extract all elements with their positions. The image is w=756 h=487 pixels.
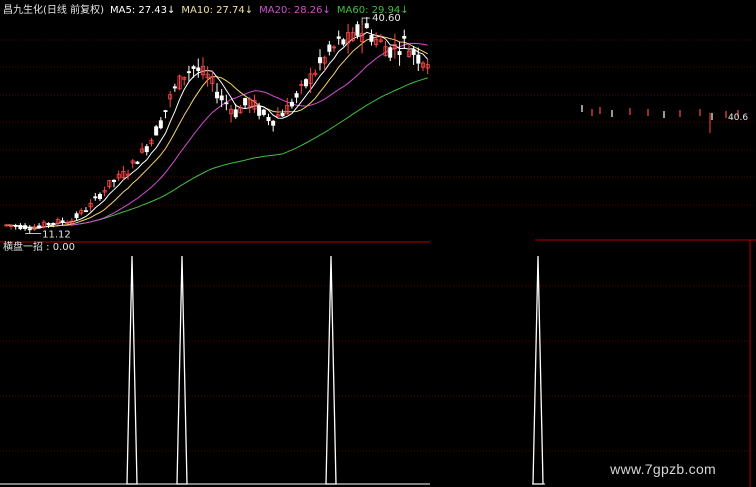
candle-body: [27, 228, 32, 231]
indicator-signal-spikes: [0, 255, 545, 485]
candle-body: [144, 146, 149, 153]
candle-body: [388, 47, 393, 58]
candle-body: [172, 86, 177, 89]
candle-body: [355, 24, 360, 36]
ma20-path: [6, 42, 428, 228]
stock-chart: 40.6011.1240.6: [0, 13, 756, 487]
candle-body: [233, 109, 238, 118]
candle-body: [289, 101, 294, 107]
candle-body: [303, 79, 308, 87]
ma10-line: [6, 35, 428, 228]
ma5-label: MA5: 27.43: [109, 5, 167, 16]
candle-body: [402, 36, 407, 39]
ma20-line: [6, 42, 428, 228]
ma20-arrow: ↓: [322, 5, 331, 16]
candle-body: [93, 196, 98, 199]
candle-body: [411, 49, 416, 55]
candle-body: [243, 98, 248, 106]
ma60-arrow: ↓: [400, 5, 409, 16]
candle-body: [317, 57, 322, 64]
candle-body: [163, 110, 168, 113]
candle-body: [135, 161, 140, 164]
candle-body: [257, 105, 262, 116]
candle-body: [46, 223, 51, 226]
candle-body: [158, 120, 163, 129]
candle-body: [51, 222, 56, 225]
candle-body: [266, 117, 271, 121]
candle-body: [214, 91, 219, 99]
candle-body: [191, 66, 196, 69]
candle-body: [327, 44, 332, 52]
ma10-label: MA10: 27.74: [181, 5, 245, 16]
ma10-arrow: ↓: [244, 5, 254, 16]
signal-spike: [126, 255, 138, 485]
signal-spike: [325, 255, 337, 485]
candle-body: [97, 194, 102, 200]
candle-body: [112, 179, 117, 182]
candle-body: [224, 102, 229, 105]
candle-body: [18, 224, 23, 230]
candle-body: [271, 120, 276, 126]
ma10-path: [6, 35, 428, 228]
candle-body: [261, 109, 266, 115]
watermark: www.7gpzb.com: [610, 461, 716, 477]
candle-body: [60, 220, 65, 223]
grid-lines: [0, 39, 756, 487]
signal-spike: [176, 255, 188, 485]
ma60-label: MA60: 29.94: [336, 5, 401, 16]
candle-body: [294, 93, 299, 98]
candle-body: [219, 95, 224, 101]
signal-spike: [532, 255, 544, 485]
candle-body: [37, 225, 42, 228]
candle-body: [196, 67, 201, 72]
ma20-label: MA20: 28.26: [259, 5, 323, 16]
candle-body: [74, 213, 79, 219]
ma5-path: [6, 31, 429, 229]
candle-body: [341, 39, 346, 45]
indicator-label: 横盘一招 : 0.00: [3, 242, 75, 253]
candle-body: [13, 225, 18, 227]
stock-name: 昌九生化(日线 前复权): [3, 5, 104, 16]
candle-body: [83, 210, 88, 213]
candle-body: [23, 225, 28, 229]
ma5-line: [6, 31, 429, 229]
candle-body: [397, 51, 402, 55]
price-annotations: 40.6011.1240.6: [25, 13, 748, 241]
candle-body: [280, 112, 285, 117]
ma5-arrow: ↓: [167, 5, 176, 16]
chart-header: 昌九生化(日线 前复权) MA5: 27.43↓ MA10: 27.74↓ MA20:…: [3, 1, 415, 16]
candle-body: [336, 36, 341, 39]
candle-body: [154, 126, 159, 136]
candle-body: [369, 35, 374, 42]
right-high-label: 40.6: [728, 113, 748, 123]
candle-body: [416, 54, 421, 64]
candle-body: [186, 71, 191, 74]
candle-body: [364, 23, 369, 29]
